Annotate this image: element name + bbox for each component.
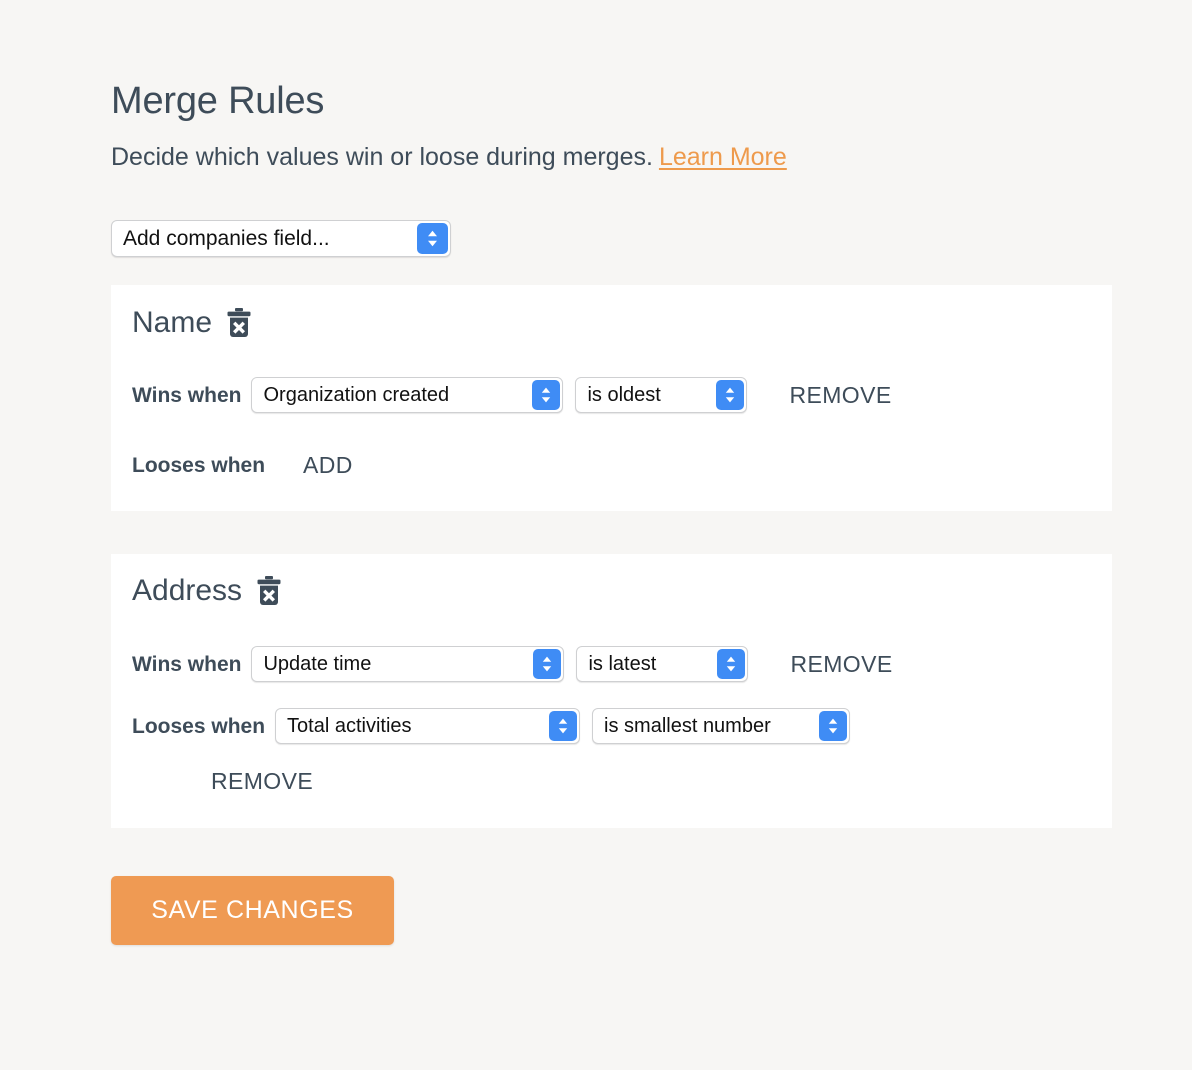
stepper-updown-icon[interactable] xyxy=(717,649,746,679)
trash-x-icon[interactable] xyxy=(256,576,282,606)
remove-action-link[interactable]: REMOVE xyxy=(211,770,313,793)
rule-select-value: is smallest number xyxy=(604,715,771,737)
remove-action-link[interactable]: REMOVE xyxy=(789,383,891,407)
rule-select-0[interactable]: Update time xyxy=(251,646,565,682)
rule-select-value: Total activities xyxy=(287,715,412,737)
add-companies-field-select[interactable]: Add companies field... xyxy=(111,220,451,257)
stepper-updown-icon[interactable] xyxy=(533,649,562,679)
card-header: Name xyxy=(132,308,252,338)
rule-select-value: is latest xyxy=(588,653,657,675)
card-header: Address xyxy=(132,576,282,606)
rule-select-value: is oldest xyxy=(587,384,661,406)
add-action-link[interactable]: ADD xyxy=(303,454,353,477)
rule-label: Wins when xyxy=(132,652,242,676)
stepper-updown-icon[interactable] xyxy=(417,223,448,254)
save-changes-button[interactable]: SAVE CHANGES xyxy=(111,876,394,945)
rule-row: Wins when Update time is latest REMOVE xyxy=(132,646,893,682)
rule-label: Looses when xyxy=(132,714,266,738)
merge-rule-card: Name Wins when Organization created is olde… xyxy=(111,285,1112,511)
page-subtitle: Decide which values win or loose during … xyxy=(111,142,787,172)
merge-rule-card: Address Wins when Update time is latest REMO… xyxy=(111,554,1112,828)
rule-row: Wins when Organization created is oldest RE… xyxy=(132,377,892,413)
trash-x-icon[interactable] xyxy=(226,308,252,338)
rule-select-1[interactable]: is oldest xyxy=(575,377,748,413)
rule-label: Looses when xyxy=(132,454,266,477)
rule-select-1[interactable]: is latest xyxy=(576,646,749,682)
page-title: Merge Rules xyxy=(111,80,325,123)
learn-more-link[interactable]: Learn More xyxy=(659,143,787,171)
rule-row: REMOVE xyxy=(183,770,313,793)
stepper-updown-icon[interactable] xyxy=(549,711,578,741)
remove-action-link[interactable]: REMOVE xyxy=(790,652,892,676)
stepper-updown-icon[interactable] xyxy=(532,380,561,410)
rule-select-0[interactable]: Organization created xyxy=(251,377,564,413)
rule-select-1[interactable]: is smallest number xyxy=(592,708,851,744)
add-companies-field-value: Add companies field... xyxy=(123,226,330,250)
rule-select-value: Update time xyxy=(263,653,372,675)
stepper-updown-icon[interactable] xyxy=(819,711,848,741)
stepper-updown-icon[interactable] xyxy=(716,380,745,410)
rule-row: Looses when ADD xyxy=(132,454,353,477)
rule-label: Wins when xyxy=(132,383,242,407)
card-title: Name xyxy=(132,306,213,339)
card-title: Address xyxy=(132,574,243,607)
rule-select-0[interactable]: Total activities xyxy=(275,708,581,744)
rule-select-value: Organization created xyxy=(263,384,450,406)
merge-rules-page: Merge Rules Decide which values win or l… xyxy=(0,0,1192,1070)
subtitle-text: Decide which values win or loose during … xyxy=(111,143,653,171)
rule-row: Looses when Total activities is smallest n… xyxy=(132,708,862,744)
